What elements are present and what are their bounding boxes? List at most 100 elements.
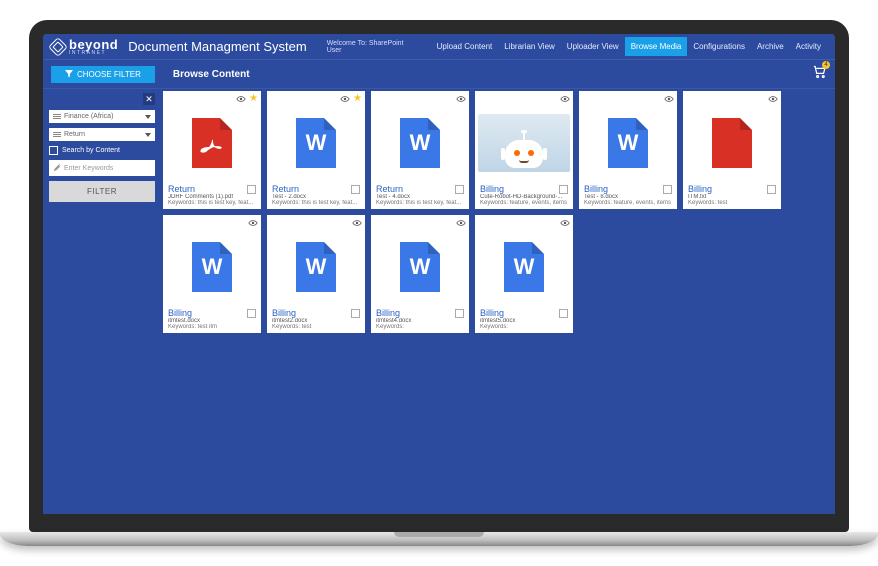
card-title[interactable]: Billing xyxy=(480,184,504,194)
card-select-checkbox[interactable] xyxy=(455,185,464,194)
pdf-file-icon xyxy=(192,118,232,168)
top-bar: beyond INTRANET Document Managment Syste… xyxy=(43,34,835,60)
search-by-content-checkbox[interactable] xyxy=(49,146,58,155)
document-card[interactable]: ★WReturnTest - 2.docxKeywords: this is t… xyxy=(267,91,365,209)
document-card[interactable]: WBillingitmtest2.docxKeywords: test xyxy=(267,215,365,333)
close-filter-button[interactable]: ✕ xyxy=(143,93,155,105)
card-title[interactable]: Billing xyxy=(688,184,712,194)
card-select-checkbox[interactable] xyxy=(559,185,568,194)
type-select-value: Return xyxy=(64,131,85,138)
card-select-checkbox[interactable] xyxy=(663,185,672,194)
filter-icon xyxy=(65,70,73,78)
card-keywords: Keywords: feature, events, items xyxy=(584,200,672,206)
content-grid: ★ReturnJDRF Comments (1).pdfKeywords: th… xyxy=(161,89,835,514)
word-file-icon: W xyxy=(504,242,544,292)
nav-activity[interactable]: Activity xyxy=(790,37,827,56)
document-card[interactable]: ★ReturnJDRF Comments (1).pdfKeywords: th… xyxy=(163,91,261,209)
favorite-star-icon[interactable]: ★ xyxy=(353,94,362,104)
laptop-camera xyxy=(436,25,443,32)
nav-links: Upload ContentLibrarian ViewUploader Vie… xyxy=(431,37,827,56)
card-keywords: Keywords: test xyxy=(272,324,360,330)
word-file-icon: W xyxy=(296,118,336,168)
laptop-bezel: beyond INTRANET Document Managment Syste… xyxy=(29,20,849,532)
app-title: Document Managment System xyxy=(128,39,306,54)
document-card[interactable]: WReturnTest - 4.docxKeywords: this is te… xyxy=(371,91,469,209)
word-file-icon: W xyxy=(608,118,648,168)
keyword-input[interactable]: Enter Keywords xyxy=(49,160,155,176)
search-by-content-row: Search by Content xyxy=(49,146,155,155)
card-title[interactable]: Billing xyxy=(480,308,504,318)
card-select-checkbox[interactable] xyxy=(455,309,464,318)
document-card[interactable]: WBillingitmtest.docxKeywords: test itm xyxy=(163,215,261,333)
card-select-checkbox[interactable] xyxy=(247,309,256,318)
cart-button[interactable]: 4 xyxy=(812,64,827,84)
filter-button[interactable]: FILTER xyxy=(49,181,155,202)
word-file-icon: W xyxy=(400,118,440,168)
list-icon xyxy=(53,114,61,119)
brand-name: beyond xyxy=(69,38,118,51)
card-select-checkbox[interactable] xyxy=(247,185,256,194)
document-card[interactable]: BillingITM.txtKeywords: test xyxy=(683,91,781,209)
nav-archive[interactable]: Archive xyxy=(751,37,790,56)
card-keywords: Keywords: xyxy=(480,324,568,330)
card-keywords: Keywords: test itm xyxy=(168,324,256,330)
list-icon xyxy=(53,132,61,137)
card-select-checkbox[interactable] xyxy=(559,309,568,318)
card-keywords: Keywords: test xyxy=(688,200,776,206)
card-title[interactable]: Return xyxy=(272,184,299,194)
card-select-checkbox[interactable] xyxy=(351,185,360,194)
word-file-icon: W xyxy=(192,242,232,292)
cart-badge: 4 xyxy=(822,61,830,69)
card-title[interactable]: Billing xyxy=(376,308,400,318)
card-thumbnail xyxy=(686,104,778,182)
choose-filter-button[interactable]: CHOOSE FILTER xyxy=(51,66,155,83)
word-file-icon: W xyxy=(296,242,336,292)
card-select-checkbox[interactable] xyxy=(767,185,776,194)
nav-browse-media[interactable]: Browse Media xyxy=(625,37,688,56)
category-select-value: Finance (Africa) xyxy=(64,113,113,120)
card-keywords: Keywords: this is test key, feat... xyxy=(376,200,464,206)
document-card[interactable]: WBillingTest - 8.docxKeywords: feature, … xyxy=(579,91,677,209)
card-thumbnail: W xyxy=(166,228,258,306)
document-card[interactable]: BillingCute-Robot-HD-Background-...Keywo… xyxy=(475,91,573,209)
brand[interactable]: beyond INTRANET xyxy=(51,38,118,56)
eye-icon xyxy=(664,96,674,102)
type-select[interactable]: Return xyxy=(49,128,155,141)
category-select[interactable]: Finance (Africa) xyxy=(49,110,155,123)
card-title[interactable]: Return xyxy=(376,184,403,194)
eye-icon xyxy=(560,220,570,226)
card-select-checkbox[interactable] xyxy=(351,309,360,318)
card-title[interactable]: Return xyxy=(168,184,195,194)
brand-text: beyond INTRANET xyxy=(69,38,118,56)
nav-librarian-view[interactable]: Librarian View xyxy=(498,37,561,56)
image-thumbnail xyxy=(478,114,570,172)
card-keywords: Keywords: feature, events, items xyxy=(480,200,568,206)
document-card[interactable]: WBillingitmtest5.docxKeywords: xyxy=(475,215,573,333)
nav-configurations[interactable]: Configurations xyxy=(687,37,751,56)
eye-icon xyxy=(340,96,350,102)
nav-uploader-view[interactable]: Uploader View xyxy=(561,37,625,56)
card-title[interactable]: Billing xyxy=(584,184,608,194)
search-by-content-label: Search by Content xyxy=(62,147,120,154)
card-thumbnail xyxy=(478,104,570,182)
brand-tagline: INTRANET xyxy=(69,51,118,56)
favorite-star-icon[interactable]: ★ xyxy=(249,94,258,104)
app-screen: beyond INTRANET Document Managment Syste… xyxy=(43,34,835,514)
eye-icon xyxy=(456,96,466,102)
card-thumbnail xyxy=(166,104,258,182)
card-thumbnail: W xyxy=(270,228,362,306)
document-card[interactable]: WBillingitmtest4.docxKeywords: xyxy=(371,215,469,333)
pencil-icon xyxy=(53,164,61,172)
eye-icon xyxy=(768,96,778,102)
close-icon: ✕ xyxy=(145,94,153,105)
card-title[interactable]: Billing xyxy=(272,308,296,318)
choose-filter-label: CHOOSE FILTER xyxy=(77,70,141,79)
card-thumbnail: W xyxy=(582,104,674,182)
keyword-placeholder: Enter Keywords xyxy=(64,165,113,172)
sub-bar: CHOOSE FILTER Browse Content 4 xyxy=(43,60,835,89)
card-title[interactable]: Billing xyxy=(168,308,192,318)
card-thumbnail: W xyxy=(478,228,570,306)
card-keywords: Keywords: xyxy=(376,324,464,330)
nav-upload-content[interactable]: Upload Content xyxy=(431,37,499,56)
welcome-text: Welcome To: SharePoint User xyxy=(327,40,415,54)
